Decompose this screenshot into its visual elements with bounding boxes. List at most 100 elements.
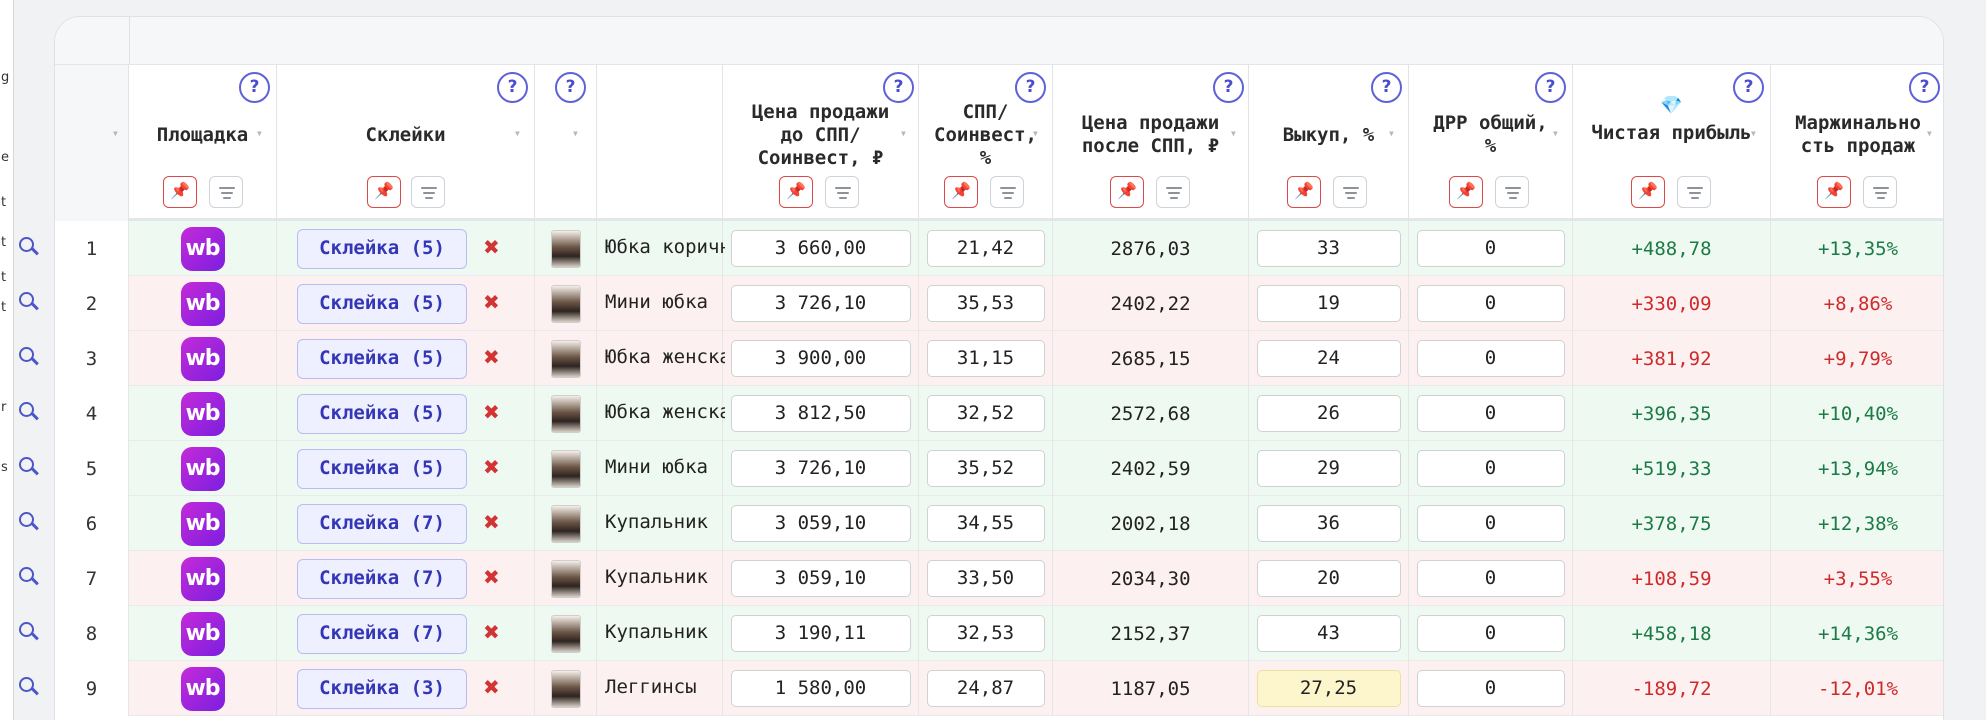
price-before-input[interactable]: 3 726,10 — [730, 285, 911, 322]
pin-icon[interactable]: 📌 — [779, 176, 813, 208]
filter-icon[interactable] — [1863, 176, 1897, 208]
help-icon[interactable]: ? — [1371, 72, 1402, 103]
search-icon[interactable] — [18, 676, 40, 698]
buyout-input[interactable]: 33 — [1256, 230, 1401, 267]
drr-input[interactable]: 0 — [1416, 230, 1565, 267]
help-icon[interactable]: ? — [497, 72, 528, 103]
filter-icon[interactable] — [209, 176, 243, 208]
remove-glue-icon[interactable]: ✖ — [483, 290, 500, 314]
remove-glue-icon[interactable]: ✖ — [483, 455, 500, 479]
table-row[interactable]: 1 wb Склейка (5) ✖ Юбка коричневая3 660,00 21… — [55, 221, 1943, 276]
glue-button[interactable]: Склейка (7) — [297, 504, 467, 544]
product-thumbnail[interactable] — [550, 614, 581, 653]
pin-icon[interactable]: 📌 — [1449, 176, 1483, 208]
drr-input[interactable]: 0 — [1416, 560, 1565, 597]
spp-input[interactable]: 35,52 — [926, 450, 1045, 487]
table-row[interactable]: 8 wb Склейка (7) ✖ Купальник 3 190,11 32,53 215… — [55, 606, 1943, 661]
drr-input[interactable]: 0 — [1416, 450, 1565, 487]
remove-glue-icon[interactable]: ✖ — [483, 675, 500, 699]
buyout-input[interactable]: 36 — [1256, 505, 1401, 542]
sort-arrow-icon[interactable]: ▼ — [1231, 129, 1236, 138]
price-before-input[interactable]: 3 726,10 — [730, 450, 911, 487]
table-row[interactable]: 4 wb Склейка (5) ✖ Юбка женская3 812,50 32,52… — [55, 386, 1943, 441]
drr-input[interactable]: 0 — [1416, 395, 1565, 432]
search-icon[interactable] — [18, 236, 40, 258]
search-icon[interactable] — [18, 456, 40, 478]
pin-icon[interactable]: 📌 — [944, 176, 978, 208]
pin-icon[interactable]: 📌 — [1110, 176, 1144, 208]
product-thumbnail[interactable] — [550, 284, 581, 323]
search-icon[interactable] — [18, 291, 40, 313]
glue-button[interactable]: Склейка (7) — [297, 559, 467, 599]
remove-glue-icon[interactable]: ✖ — [483, 565, 500, 589]
help-icon[interactable]: ? — [883, 72, 914, 103]
table-row[interactable]: 2 wb Склейка (5) ✖ Мини юбка 3 726,10 35,53 240… — [55, 276, 1943, 331]
sort-arrow-icon[interactable]: ▼ — [1751, 129, 1756, 138]
price-before-input[interactable]: 3 660,00 — [730, 230, 911, 267]
filter-icon[interactable] — [990, 176, 1024, 208]
product-thumbnail[interactable] — [550, 669, 581, 708]
search-icon[interactable] — [18, 401, 40, 423]
sort-arrow-icon[interactable]: ▼ — [1033, 129, 1038, 138]
product-thumbnail[interactable] — [550, 449, 581, 488]
drr-input[interactable]: 0 — [1416, 340, 1565, 377]
sort-arrow-icon[interactable]: ▼ — [573, 129, 578, 138]
search-icon[interactable] — [18, 346, 40, 368]
glue-button[interactable]: Склейка (5) — [297, 339, 467, 379]
help-icon[interactable]: ? — [1213, 72, 1244, 103]
help-icon[interactable]: ? — [1909, 72, 1940, 103]
buyout-input[interactable]: 26 — [1256, 395, 1401, 432]
filter-icon[interactable] — [1333, 176, 1367, 208]
product-thumbnail[interactable] — [550, 339, 581, 378]
price-before-input[interactable]: 3 059,10 — [730, 560, 911, 597]
price-before-input[interactable]: 3 812,50 — [730, 395, 911, 432]
help-icon[interactable]: ? — [1535, 72, 1566, 103]
product-thumbnail[interactable] — [550, 394, 581, 433]
sort-arrow-icon[interactable]: ▼ — [1389, 129, 1394, 138]
remove-glue-icon[interactable]: ✖ — [483, 345, 500, 369]
glue-button[interactable]: Склейка (5) — [297, 229, 467, 269]
spp-input[interactable]: 24,87 — [926, 670, 1045, 707]
sort-arrow-icon[interactable]: ▼ — [113, 129, 118, 138]
table-row[interactable]: 5 wb Склейка (5) ✖ Мини юбка 3 726,10 35,52 240… — [55, 441, 1943, 496]
price-before-input[interactable]: 1 580,00 — [730, 670, 911, 707]
buyout-input[interactable]: 43 — [1256, 615, 1401, 652]
spp-input[interactable]: 35,53 — [926, 285, 1045, 322]
buyout-input[interactable]: 19 — [1256, 285, 1401, 322]
spp-input[interactable]: 21,42 — [926, 230, 1045, 267]
buyout-input[interactable]: 27,25 — [1256, 670, 1401, 707]
product-thumbnail[interactable] — [550, 504, 581, 543]
filter-icon[interactable] — [1677, 176, 1711, 208]
table-row[interactable]: 3 wb Склейка (5) ✖ Юбка женская3 900,00 31,15… — [55, 331, 1943, 386]
spp-input[interactable]: 34,55 — [926, 505, 1045, 542]
sort-arrow-icon[interactable]: ▼ — [257, 129, 262, 138]
pin-icon[interactable]: 📌 — [1287, 176, 1321, 208]
spp-input[interactable]: 32,53 — [926, 615, 1045, 652]
drr-input[interactable]: 0 — [1416, 285, 1565, 322]
glue-button[interactable]: Склейка (3) — [297, 669, 467, 709]
sort-arrow-icon[interactable]: ▼ — [1927, 129, 1932, 138]
search-icon[interactable] — [18, 621, 40, 643]
spp-input[interactable]: 33,50 — [926, 560, 1045, 597]
pin-icon[interactable]: 📌 — [1631, 176, 1665, 208]
price-before-input[interactable]: 3 059,10 — [730, 505, 911, 542]
sort-arrow-icon[interactable]: ▼ — [515, 129, 520, 138]
remove-glue-icon[interactable]: ✖ — [483, 620, 500, 644]
remove-glue-icon[interactable]: ✖ — [483, 510, 500, 534]
glue-button[interactable]: Склейка (5) — [297, 394, 467, 434]
remove-glue-icon[interactable]: ✖ — [483, 235, 500, 259]
remove-glue-icon[interactable]: ✖ — [483, 400, 500, 424]
search-icon[interactable] — [18, 511, 40, 533]
table-row[interactable]: 9 wb Склейка (3) ✖ Леггинсы 1 580,00 24,87 1187… — [55, 661, 1943, 716]
spp-input[interactable]: 32,52 — [926, 395, 1045, 432]
filter-icon[interactable] — [1495, 176, 1529, 208]
filter-icon[interactable] — [1156, 176, 1190, 208]
help-icon[interactable]: ? — [555, 72, 586, 103]
price-before-input[interactable]: 3 900,00 — [730, 340, 911, 377]
buyout-input[interactable]: 20 — [1256, 560, 1401, 597]
spp-input[interactable]: 31,15 — [926, 340, 1045, 377]
glue-button[interactable]: Склейка (7) — [297, 614, 467, 654]
buyout-input[interactable]: 24 — [1256, 340, 1401, 377]
help-icon[interactable]: ? — [1015, 72, 1046, 103]
sort-arrow-icon[interactable]: ▼ — [1553, 129, 1558, 138]
